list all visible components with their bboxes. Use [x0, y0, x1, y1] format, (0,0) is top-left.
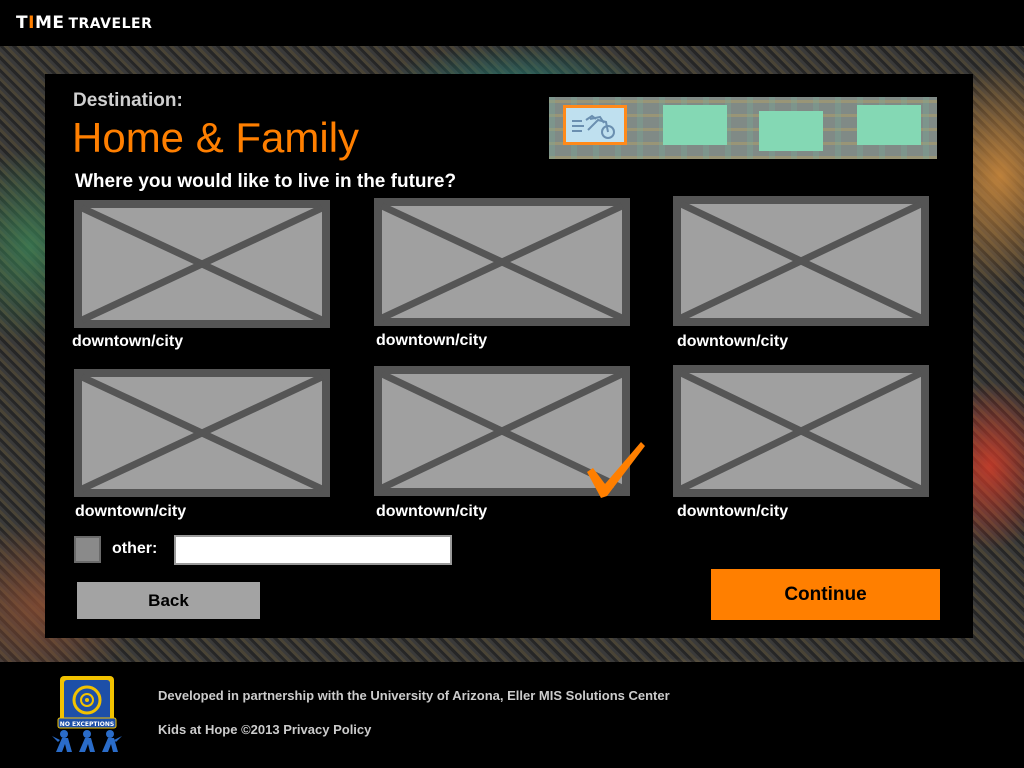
- option-label-6: downtown/city: [677, 503, 789, 520]
- privacy-policy-link[interactable]: Privacy Policy: [283, 722, 371, 737]
- option-label-1: downtown/city: [72, 333, 184, 350]
- logo-time: TIME: [16, 13, 65, 33]
- placeholder-image-icon: [673, 365, 929, 497]
- placeholder-image-icon: [673, 196, 929, 326]
- destination-label: Destination:: [73, 90, 183, 111]
- placeholder-image-icon: [374, 198, 630, 326]
- placeholder-image-icon: [74, 200, 330, 328]
- progress-step-2: [663, 105, 727, 145]
- image-placeholder: [374, 198, 630, 326]
- partnership-credit: Developed in partnership with the Univer…: [158, 688, 670, 703]
- other-checkbox[interactable]: [74, 536, 101, 563]
- option-tile-6[interactable]: [673, 365, 929, 497]
- continue-button[interactable]: Continue: [711, 569, 940, 620]
- copyright-text: Kids at Hope ©2013: [158, 722, 280, 737]
- placeholder-image-icon: [74, 369, 330, 497]
- progress-strip: [549, 97, 937, 159]
- checkmark-icon: [587, 442, 645, 498]
- page-title: Home & Family: [72, 114, 360, 161]
- image-placeholder: [673, 365, 929, 497]
- progress-step-4: [857, 105, 921, 145]
- back-button[interactable]: Back: [77, 582, 260, 619]
- image-placeholder: [74, 200, 330, 328]
- option-label-4: downtown/city: [75, 503, 187, 520]
- other-label: other:: [112, 540, 158, 557]
- logo-traveler: TRAVELER: [68, 16, 153, 32]
- image-placeholder: [673, 196, 929, 326]
- option-label-2: downtown/city: [376, 332, 488, 349]
- option-label-3: downtown/city: [677, 333, 789, 350]
- option-tile-4[interactable]: [74, 369, 330, 497]
- progress-step-current: [563, 105, 627, 145]
- top-bar: TIME TRAVELER: [0, 0, 1024, 46]
- app-logo[interactable]: TIME TRAVELER: [16, 13, 152, 33]
- option-tile-2[interactable]: [374, 198, 630, 326]
- option-tile-3[interactable]: [673, 196, 929, 326]
- image-placeholder: [74, 369, 330, 497]
- svg-text:NO EXCEPTIONS: NO EXCEPTIONS: [60, 721, 114, 728]
- kids-at-hope-logo: NO EXCEPTIONS: [52, 676, 122, 752]
- motorcycle-icon: [570, 111, 620, 141]
- main-panel: Destination: Home & Family Where you wou…: [45, 74, 973, 638]
- option-tile-1[interactable]: [74, 200, 330, 328]
- option-label-5: downtown/city: [376, 503, 488, 520]
- copyright-line: Kids at Hope ©2013 Privacy Policy: [158, 722, 371, 737]
- question-text: Where you would like to live in the futu…: [75, 171, 457, 192]
- progress-step-3: [759, 111, 823, 151]
- footer: NO EXCEPTIONS Developed in partnership w…: [0, 662, 1024, 768]
- other-text-input[interactable]: [174, 535, 452, 565]
